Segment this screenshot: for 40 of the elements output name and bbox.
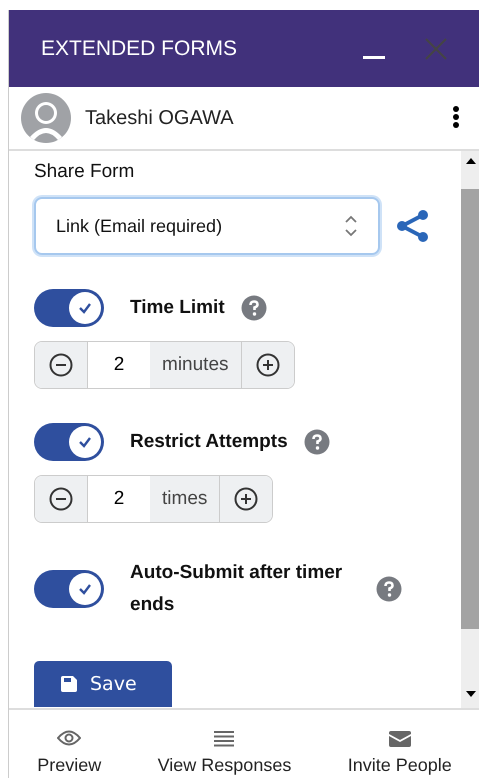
share-dropdown[interactable]: Link (Email required) bbox=[34, 197, 380, 255]
nav-button[interactable]: Invite People bbox=[348, 731, 452, 776]
increase-button[interactable] bbox=[220, 476, 272, 522]
scroll-up-icon[interactable] bbox=[464, 157, 476, 165]
increase-button[interactable] bbox=[242, 342, 294, 388]
envelope-icon bbox=[388, 731, 411, 747]
setting-label: Auto-Submit after timer ends bbox=[130, 561, 344, 617]
check-icon bbox=[78, 583, 92, 595]
save-button[interactable]: Save bbox=[34, 661, 172, 707]
minus-circle-icon bbox=[49, 353, 73, 377]
nav-button[interactable]: Preview bbox=[37, 729, 102, 776]
setting-label: Restrict Attempts bbox=[130, 430, 288, 454]
minus-circle-icon bbox=[49, 487, 73, 511]
chevron-up-down-icon bbox=[344, 213, 358, 239]
avatar-icon bbox=[21, 93, 71, 143]
decrease-button[interactable] bbox=[35, 342, 87, 388]
list-icon bbox=[214, 731, 234, 747]
close-icon bbox=[424, 36, 448, 60]
unit-label: minutes bbox=[150, 342, 242, 388]
check-icon bbox=[78, 436, 92, 448]
check-icon bbox=[78, 302, 92, 314]
plus-circle-icon bbox=[256, 353, 280, 377]
toggle-switch[interactable] bbox=[34, 570, 104, 608]
user-name: Takeshi OGAWA bbox=[85, 106, 235, 130]
toggle-switch[interactable] bbox=[34, 423, 104, 461]
eye-icon bbox=[57, 729, 82, 747]
window-title: EXTENDED FORMS bbox=[41, 36, 238, 60]
plus-circle-icon bbox=[234, 487, 258, 511]
nav-button[interactable]: View Responses bbox=[158, 731, 292, 776]
decrease-button[interactable] bbox=[35, 476, 87, 522]
help-icon[interactable] bbox=[240, 295, 267, 321]
share-icon[interactable] bbox=[396, 209, 430, 243]
help-icon[interactable] bbox=[376, 576, 402, 602]
toggle-switch[interactable] bbox=[34, 289, 104, 327]
unit-label: times bbox=[150, 476, 220, 522]
scrollbar[interactable] bbox=[461, 151, 479, 708]
setting-label: Time Limit bbox=[130, 296, 225, 320]
help-icon[interactable] bbox=[304, 429, 330, 455]
scroll-down-icon[interactable] bbox=[464, 690, 476, 698]
section-label: Share Form bbox=[34, 161, 136, 183]
